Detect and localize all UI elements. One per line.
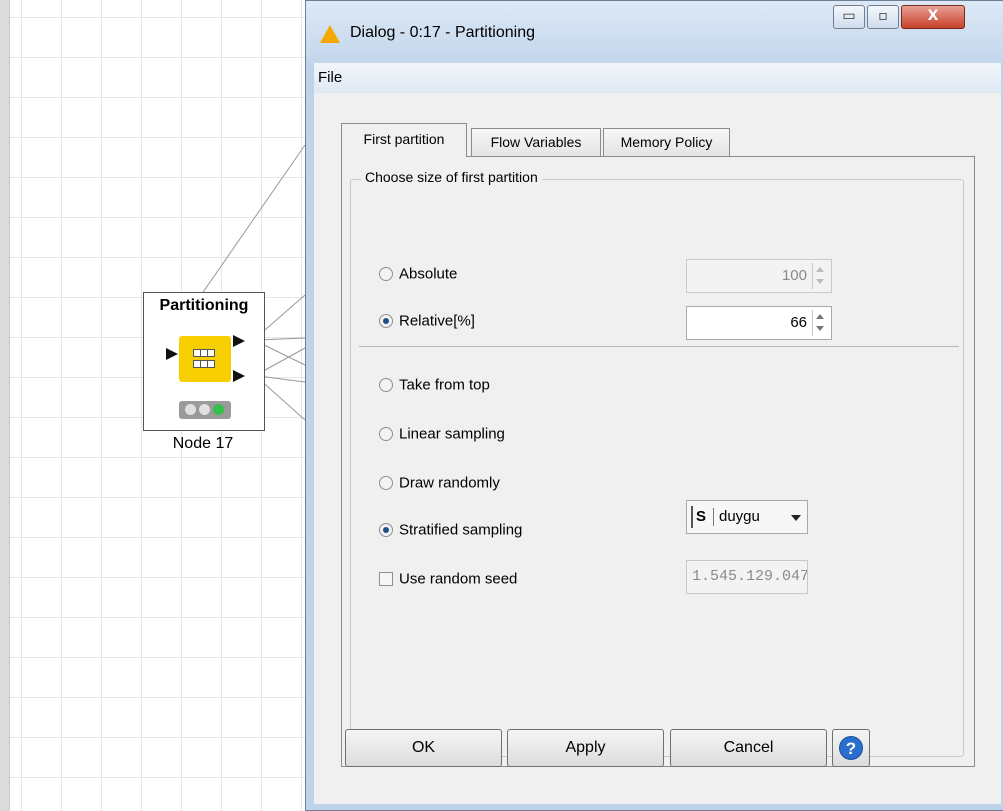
menu-bar: File [314,63,1001,94]
help-button[interactable]: ? [832,729,870,767]
linear-sampling-label: Linear sampling [399,425,505,443]
status-light-yellow [199,404,210,415]
ok-button[interactable]: OK [345,729,502,767]
knime-triangle-icon [320,25,340,43]
random-seed-label: Use random seed [399,570,518,588]
connection-line [257,337,306,341]
relative-radio[interactable] [379,314,393,329]
separator [359,346,959,347]
relative-label: Relative[%] [399,312,475,330]
combo-divider [713,508,714,526]
help-icon: ? [839,736,863,760]
linear-sampling-radio[interactable] [379,427,393,442]
node-output-port-2[interactable] [233,370,245,382]
spin-up-icon[interactable] [816,314,824,319]
connection-line [257,294,306,337]
spin-down-icon[interactable] [816,279,824,284]
chevron-down-icon[interactable] [791,515,801,521]
partition-size-group: Choose size of first partition Absolute … [350,169,964,757]
tab-panel-first-partition: Choose size of first partition Absolute … [341,156,975,767]
tab-memory-policy[interactable]: Memory Policy [603,128,730,157]
stratified-column-value: duygu [719,508,760,525]
random-seed-value: 1.545.129.047.5 [692,568,808,585]
title-bar[interactable]: Dialog - 0:17 - Partitioning ▭ ▫ X [306,1,1003,63]
random-seed-field[interactable]: 1.545.129.047.5 [686,560,808,594]
spinner-arrows[interactable] [812,310,828,336]
absolute-option[interactable]: Absolute [379,265,457,287]
status-light-red [185,404,196,415]
stratified-sampling-radio[interactable] [379,523,393,538]
take-from-top-radio[interactable] [379,378,393,393]
stratified-sampling-label: Stratified sampling [399,521,523,539]
partitioning-node[interactable]: Partitioning [143,292,265,431]
relative-percent-spinner[interactable]: 66 [686,306,832,340]
take-from-top-label: Take from top [399,376,490,394]
string-type-icon: S [691,506,712,528]
spin-up-icon[interactable] [816,267,824,272]
table-row-icon [193,349,215,357]
draw-randomly-radio[interactable] [379,476,393,491]
spinner-arrows[interactable] [812,263,828,289]
absolute-radio[interactable] [379,267,393,282]
maximize-button[interactable]: ▫ [867,5,899,29]
node-status-traffic-light [179,401,231,419]
random-seed-checkbox[interactable] [379,572,393,587]
partitioning-dialog: Dialog - 0:17 - Partitioning ▭ ▫ X File … [305,0,1003,811]
relative-option[interactable]: Relative[%] [379,312,475,334]
tab-flow-variables[interactable]: Flow Variables [471,128,601,157]
dialog-content: First partition Flow Variables Memory Po… [314,93,1001,804]
draw-randomly-option[interactable]: Draw randomly [379,474,500,496]
absolute-label: Absolute [399,265,458,283]
minimize-button[interactable]: ▭ [833,5,865,29]
node-title: Partitioning [159,297,249,314]
connection-line [257,375,306,383]
absolute-count-value: 100 [781,267,807,284]
tab-first-partition[interactable]: First partition [341,123,467,157]
status-light-green [213,404,224,415]
table-row-icon [193,360,215,368]
partition-table-icon[interactable] [179,336,231,382]
take-from-top-option[interactable]: Take from top [379,376,490,398]
linear-sampling-option[interactable]: Linear sampling [379,425,505,447]
close-button[interactable]: X [901,5,965,29]
dialog-title: Dialog - 0:17 - Partitioning [350,24,535,41]
apply-button[interactable]: Apply [507,729,664,767]
spin-down-icon[interactable] [816,326,824,331]
group-title: Choose size of first partition [361,169,542,185]
random-seed-option[interactable]: Use random seed [379,570,517,592]
menu-file[interactable]: File [318,69,342,86]
draw-randomly-label: Draw randomly [399,474,500,492]
relative-percent-value: 66 [790,314,807,331]
cancel-button[interactable]: Cancel [670,729,827,767]
absolute-count-spinner[interactable]: 100 [686,259,832,293]
node-input-port[interactable] [166,348,178,360]
node-output-port-1[interactable] [233,335,245,347]
stratified-column-select[interactable]: S duygu [686,500,808,534]
stratified-sampling-option[interactable]: Stratified sampling [379,521,522,543]
connection-line [257,377,306,421]
node-label[interactable]: Node 17 [143,435,263,453]
